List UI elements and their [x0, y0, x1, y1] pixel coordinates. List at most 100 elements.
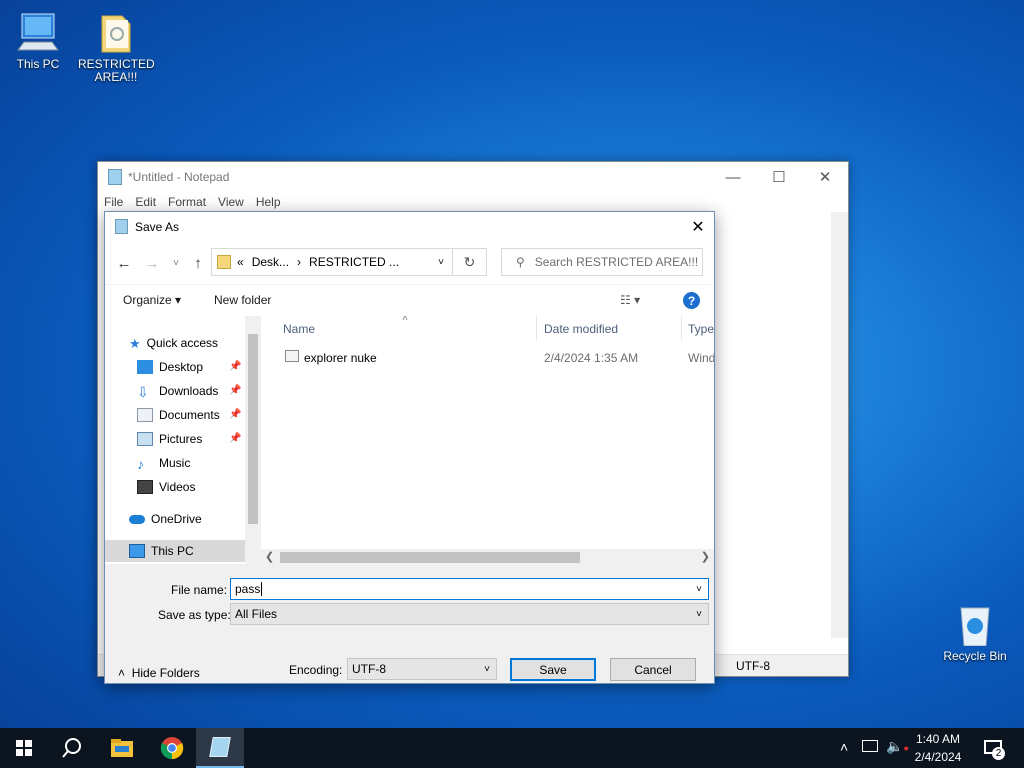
recent-locations-button[interactable]: ˅ [165, 252, 187, 274]
notepad-icon [209, 737, 231, 757]
file-row[interactable]: explorer nuke 2/4/2024 1:35 AM Wind [261, 346, 714, 368]
dialog-close-button[interactable]: ✕ [682, 212, 714, 242]
nav-quick-access[interactable]: ★ Quick access [129, 332, 218, 354]
refresh-button[interactable]: ↻ [453, 248, 487, 276]
column-header-date[interactable]: Date modified [544, 322, 618, 336]
column-header-type[interactable]: Type [688, 322, 714, 336]
save-options: File name: pass ˅ Save as type: All File… [105, 566, 714, 683]
menu-help[interactable]: Help [256, 195, 281, 209]
maximize-button[interactable]: ☐ [756, 162, 802, 192]
nav-pictures[interactable]: Pictures [137, 428, 202, 450]
desktop-icon-this-pc[interactable]: This PC [0, 10, 76, 71]
up-button[interactable]: ↑ [187, 252, 209, 274]
address-prefix[interactable]: « [237, 255, 244, 269]
scroll-right-icon[interactable]: ❯ [701, 550, 710, 563]
menu-file[interactable]: File [104, 195, 123, 209]
document-icon [137, 408, 153, 422]
windows-logo-icon [16, 740, 32, 756]
folder-icon [111, 739, 133, 757]
notepad-taskbar-button[interactable] [196, 728, 244, 768]
file-list-horizontal-scrollbar[interactable]: ❮ ❯ [261, 549, 714, 566]
star-icon: ★ [129, 336, 141, 351]
pin-icon: 📌 [229, 361, 242, 372]
forward-button[interactable]: → [141, 252, 163, 274]
save-as-type-label: Save as type: [158, 608, 231, 622]
show-hidden-icons[interactable]: ˄ [840, 739, 848, 755]
search-icon [62, 738, 81, 758]
help-icon[interactable]: ? [683, 292, 700, 309]
folder-icon [92, 10, 140, 54]
desktop-icon-label: RESTRICTED AREA!!! [78, 57, 155, 84]
chevron-down-icon[interactable]: ˅ [438, 257, 444, 268]
nav-desktop[interactable]: Desktop [137, 356, 203, 378]
nav-videos[interactable]: Videos [137, 476, 195, 498]
new-folder-button[interactable]: New folder [214, 293, 271, 307]
volume-muted-icon[interactable]: 🔈● [886, 738, 909, 755]
nav-onedrive[interactable]: OneDrive [129, 508, 202, 530]
file-name-label: File name: [171, 583, 228, 597]
pictures-icon [137, 432, 153, 446]
breadcrumb-separator: › [297, 255, 302, 269]
close-button[interactable]: ✕ [802, 162, 848, 192]
menu-format[interactable]: Format [168, 195, 206, 209]
chevron-down-icon[interactable]: ˅ [484, 664, 490, 675]
chevron-down-icon[interactable]: ˅ [696, 609, 702, 620]
file-name-input[interactable]: pass ˅ [230, 578, 709, 600]
breadcrumb-desktop[interactable]: Desk... [252, 255, 289, 269]
encoding-select[interactable]: UTF-8 ˅ [347, 658, 497, 680]
column-divider[interactable] [536, 316, 537, 340]
desktop-icon [137, 360, 153, 374]
chrome-button[interactable] [148, 728, 196, 768]
minimize-button[interactable]: — [710, 162, 756, 192]
notepad-scrollbar[interactable] [831, 212, 848, 638]
recycle-bin-label: Recycle Bin [943, 649, 1007, 663]
back-button[interactable]: ← [113, 252, 135, 274]
menu-view[interactable]: View [218, 195, 244, 209]
column-divider[interactable] [681, 316, 682, 340]
organize-button[interactable]: Organize ▾ [123, 293, 181, 307]
scroll-left-icon[interactable]: ❮ [265, 550, 274, 563]
chevron-down-icon[interactable]: ˅ [696, 584, 702, 595]
chrome-icon [160, 737, 184, 760]
nav-downloads[interactable]: ⇩ Downloads [137, 380, 218, 402]
save-button[interactable]: Save [510, 658, 596, 681]
notepad-icon [108, 169, 122, 185]
save-as-type-select[interactable]: All Files ˅ [230, 603, 709, 625]
nav-music[interactable]: ♪ Music [137, 452, 190, 474]
file-icon [285, 350, 299, 362]
search-icon: ⚲ [516, 255, 525, 269]
text-cursor [261, 582, 263, 596]
breadcrumb-restricted[interactable]: RESTRICTED ... [309, 255, 399, 269]
file-explorer-button[interactable] [98, 728, 146, 768]
network-icon[interactable] [862, 740, 878, 752]
scrollbar-thumb[interactable] [280, 552, 580, 563]
cancel-button[interactable]: Cancel [610, 658, 696, 681]
scrollbar-thumb[interactable] [248, 334, 258, 524]
clock[interactable]: 1:40 AM 2/4/2024 [908, 730, 968, 766]
notification-center-button[interactable]: 2 [978, 728, 1024, 768]
pin-icon: 📌 [229, 433, 242, 444]
desktop-icon-restricted-folder[interactable]: RESTRICTED AREA!!! [78, 10, 155, 84]
nav-pane-scrollbar[interactable] [245, 316, 261, 564]
computer-icon [14, 10, 62, 54]
encoding-status: UTF-8 [736, 659, 770, 673]
menu-edit[interactable]: Edit [135, 195, 156, 209]
folder-icon [217, 255, 231, 269]
search-box[interactable]: ⚲ Search RESTRICTED AREA!!! [501, 248, 703, 276]
column-header-name[interactable]: Name [283, 322, 315, 336]
navigation-pane: ★ Quick access Desktop 📌 ⇩ Downloads 📌 Do… [105, 316, 261, 564]
address-bar[interactable]: « Desk... › RESTRICTED ... ˅ [211, 248, 453, 276]
nav-this-pc[interactable]: This PC [105, 540, 245, 562]
nav-documents[interactable]: Documents [137, 404, 220, 426]
recycle-bin[interactable]: Recycle Bin [937, 602, 1013, 663]
music-icon: ♪ [137, 456, 144, 472]
pin-icon: 📌 [229, 409, 242, 420]
computer-icon [129, 544, 145, 558]
search-button[interactable] [48, 728, 96, 768]
file-date: 2/4/2024 1:35 AM [544, 351, 639, 365]
notepad-menubar: File Edit Format View Help [98, 192, 848, 212]
hide-folders-button[interactable]: ˄ Hide Folders [118, 666, 200, 680]
start-button[interactable] [0, 728, 48, 768]
save-as-dialog: Save As ✕ ← → ˅ ↑ « Desk... › RESTRICTED… [104, 211, 715, 684]
view-options-icon[interactable]: ☷ ▾ [620, 293, 640, 307]
